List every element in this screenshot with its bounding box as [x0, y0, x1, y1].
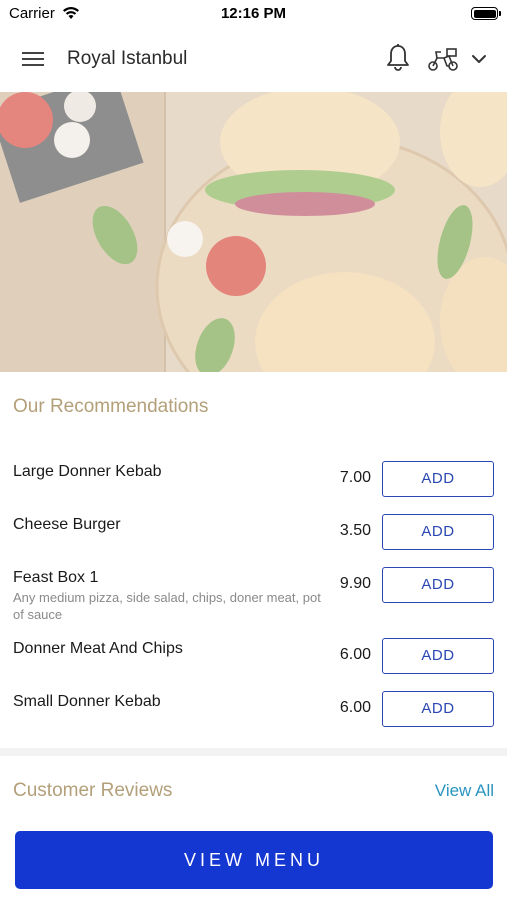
bell-icon[interactable] — [384, 43, 412, 73]
menu-icon[interactable] — [22, 51, 46, 69]
add-button[interactable]: ADD — [382, 567, 494, 603]
add-button[interactable]: ADD — [382, 638, 494, 674]
chevron-down-icon[interactable] — [470, 50, 488, 68]
add-button[interactable]: ADD — [382, 691, 494, 727]
item-name: Large Donner Kebab — [13, 463, 162, 480]
battery-icon — [471, 7, 498, 20]
recommendations-title: Our Recommendations — [13, 396, 209, 417]
hero-image — [0, 92, 507, 372]
item-description: Any medium pizza, side salad, chips, don… — [13, 590, 321, 622]
view-all-link[interactable]: View All — [435, 781, 494, 801]
item-price: 3.50 — [339, 522, 371, 539]
delivery-icon[interactable] — [426, 46, 460, 72]
add-button[interactable]: ADD — [382, 461, 494, 497]
section-divider — [0, 748, 507, 756]
item-price: 7.00 — [339, 469, 371, 486]
item-price: 6.00 — [339, 646, 371, 663]
item-name: Donner Meat And Chips — [13, 640, 183, 657]
status-bar: Carrier 12:16 PM — [0, 0, 507, 28]
item-name: Small Donner Kebab — [13, 693, 161, 710]
reviews-title: Customer Reviews — [13, 780, 173, 801]
app-header: Royal Istanbul — [0, 28, 507, 92]
battery-tip — [499, 11, 501, 16]
item-name: Feast Box 1 — [13, 569, 99, 586]
item-name: Cheese Burger — [13, 516, 121, 533]
view-menu-button[interactable]: VIEW MENU — [15, 831, 493, 889]
add-button[interactable]: ADD — [382, 514, 494, 550]
restaurant-title: Royal Istanbul — [67, 48, 188, 69]
item-price: 9.90 — [339, 575, 371, 592]
status-time: 12:16 PM — [220, 5, 287, 22]
item-price: 6.00 — [339, 699, 371, 716]
